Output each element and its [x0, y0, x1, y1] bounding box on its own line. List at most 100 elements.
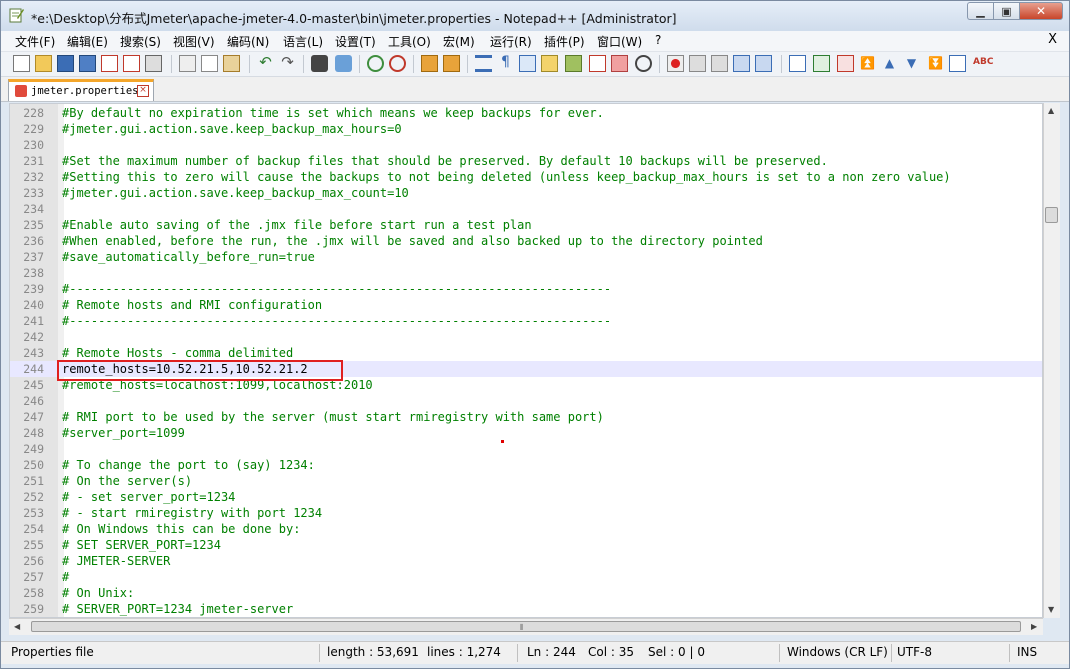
show-all-chars-icon[interactable]: ¶ [497, 55, 514, 72]
menu-file[interactable]: 文件(F) [15, 33, 55, 50]
compare-icon[interactable] [789, 55, 806, 72]
scroll-right-icon[interactable]: ▶ [1031, 622, 1037, 631]
title-bar[interactable]: *e:\Desktop\分布式Jmeter\apache-jmeter-4.0-… [1, 1, 1069, 31]
editor-line[interactable]: 228 #By default no expiration time is set… [10, 105, 1042, 121]
menu-encoding[interactable]: 编码(N) [227, 33, 269, 50]
navigation-bar-icon[interactable] [949, 55, 966, 72]
editor-line[interactable]: 229 #jmeter.gui.action.save.keep_backup_m… [10, 121, 1042, 137]
editor-line[interactable]: 254 # On Windows this can be done by: [10, 521, 1042, 537]
editor-line[interactable]: 240 # Remote hosts and RMI configuration [10, 297, 1042, 313]
diff-icon[interactable] [837, 55, 854, 72]
sync-horizontal-icon[interactable] [443, 55, 460, 72]
scroll-left-icon[interactable]: ◀ [14, 622, 20, 631]
save-all-icon[interactable] [79, 55, 96, 72]
editor-line[interactable]: 252 # - set server_port=1234 [10, 489, 1042, 505]
text-editor[interactable]: 228 #By default no expiration time is set… [9, 103, 1043, 618]
save-icon[interactable] [57, 55, 74, 72]
tab-close-icon[interactable]: × [137, 85, 149, 97]
editor-line[interactable]: 236 #When enabled, before the run, the .j… [10, 233, 1042, 249]
run-macro-multiple-icon[interactable] [733, 55, 750, 72]
editor-line[interactable]: 244 remote_hosts=10.52.21.5,10.52.21.2 [10, 361, 1042, 377]
menu-view[interactable]: 视图(V) [173, 33, 215, 50]
close-document-button[interactable]: X [1048, 32, 1057, 47]
scroll-down-icon[interactable]: ▼ [1048, 605, 1054, 614]
editor-line[interactable]: 234 [10, 201, 1042, 217]
editor-line[interactable]: 230 [10, 137, 1042, 153]
save-macro-icon[interactable] [755, 55, 772, 72]
editor-line[interactable]: 239 #------------------------------------… [10, 281, 1042, 297]
editor-line[interactable]: 243 # Remote Hosts - comma delimited [10, 345, 1042, 361]
menu-settings[interactable]: 设置(T) [335, 33, 376, 50]
editor-line[interactable]: 250 # To change the port to (say) 1234: [10, 457, 1042, 473]
editor-line[interactable]: 233 #jmeter.gui.action.save.keep_backup_m… [10, 185, 1042, 201]
close-file-icon[interactable] [101, 55, 118, 72]
menu-language[interactable]: 语言(L) [283, 33, 323, 50]
menu-plugins[interactable]: 插件(P) [544, 33, 585, 50]
editor-line[interactable]: 246 [10, 393, 1042, 409]
undo-icon[interactable]: ↶ [257, 55, 274, 72]
editor-line[interactable]: 231 #Set the maximum number of backup fil… [10, 153, 1042, 169]
editor-line[interactable]: 253 # - start rmiregistry with port 1234 [10, 505, 1042, 521]
copy-icon[interactable] [201, 55, 218, 72]
editor-line[interactable]: 249 [10, 441, 1042, 457]
record-macro-icon[interactable] [667, 55, 684, 72]
editor-line[interactable]: 242 [10, 329, 1042, 345]
word-wrap-icon[interactable] [475, 55, 492, 72]
scroll-up-icon[interactable]: ▲ [1048, 106, 1054, 115]
editor-line[interactable]: 259 # SERVER_PORT=1234 jmeter-server [10, 601, 1042, 617]
vertical-scrollbar[interactable]: ▲ ▼ [1043, 103, 1060, 618]
menu-window[interactable]: 窗口(W) [597, 33, 642, 50]
print-icon[interactable] [145, 55, 162, 72]
editor-line[interactable]: 238 [10, 265, 1042, 281]
spellcheck-icon[interactable]: ABC [973, 55, 995, 72]
editor-line[interactable]: 245 #remote_hosts=localhost:1099,localhos… [10, 377, 1042, 393]
udl-icon[interactable] [541, 55, 558, 72]
replace-icon[interactable] [335, 55, 352, 72]
editor-line[interactable]: 251 # On the server(s) [10, 473, 1042, 489]
sync-vertical-icon[interactable] [421, 55, 438, 72]
function-list-icon[interactable] [589, 55, 606, 72]
play-macro-icon[interactable] [711, 55, 728, 72]
menu-search[interactable]: 搜索(S) [120, 33, 161, 50]
editor-line[interactable]: 232 #Setting this to zero will cause the … [10, 169, 1042, 185]
minimize-button[interactable]: ▁ [967, 2, 993, 20]
horizontal-scrollbar[interactable]: ◀ ⦀ ▶ [9, 618, 1043, 635]
zoom-out-icon[interactable] [389, 55, 406, 72]
doc-map-icon[interactable] [565, 55, 582, 72]
vertical-scroll-thumb[interactable] [1045, 207, 1058, 223]
prev-diff-icon[interactable]: ▲ [881, 55, 898, 72]
menu-edit[interactable]: 编辑(E) [67, 33, 108, 50]
next-diff-icon[interactable]: ▼ [903, 55, 920, 72]
editor-line[interactable]: 237 #save_automatically_before_run=true [10, 249, 1042, 265]
editor-line[interactable]: 257 # [10, 569, 1042, 585]
menu-macro[interactable]: 宏(M) [443, 33, 475, 50]
menu-run[interactable]: 运行(R) [490, 33, 532, 50]
stop-macro-icon[interactable] [689, 55, 706, 72]
editor-line[interactable]: 248 #server_port=1099 [10, 425, 1042, 441]
restore-button[interactable]: ▣ [993, 2, 1019, 20]
editor-line[interactable]: 241 #------------------------------------… [10, 313, 1042, 329]
redo-icon[interactable]: ↷ [279, 55, 296, 72]
menu-tools[interactable]: 工具(O) [388, 33, 431, 50]
find-icon[interactable] [311, 55, 328, 72]
editor-line[interactable]: 256 # JMETER-SERVER [10, 553, 1042, 569]
editor-line[interactable]: 235 #Enable auto saving of the .jmx file … [10, 217, 1042, 233]
cut-icon[interactable] [179, 55, 196, 72]
new-file-icon[interactable] [13, 55, 30, 72]
indent-guide-icon[interactable] [519, 55, 536, 72]
monitoring-icon[interactable] [635, 55, 652, 72]
paste-icon[interactable] [223, 55, 240, 72]
close-window-button[interactable]: ✕ [1019, 2, 1063, 20]
menu-help[interactable]: ? [655, 33, 661, 47]
editor-line[interactable]: 247 # RMI port to be used by the server (… [10, 409, 1042, 425]
first-diff-icon[interactable]: ⏫ [859, 55, 876, 72]
editor-line[interactable]: 258 # On Unix: [10, 585, 1042, 601]
horizontal-scroll-thumb[interactable]: ⦀ [31, 621, 1021, 632]
tab-jmeter-properties[interactable]: jmeter.properties × [8, 79, 154, 101]
open-file-icon[interactable] [35, 55, 52, 72]
compare-lines-icon[interactable] [813, 55, 830, 72]
zoom-in-icon[interactable] [367, 55, 384, 72]
folder-workspace-icon[interactable] [611, 55, 628, 72]
last-diff-icon[interactable]: ⏬ [927, 55, 944, 72]
close-all-icon[interactable] [123, 55, 140, 72]
